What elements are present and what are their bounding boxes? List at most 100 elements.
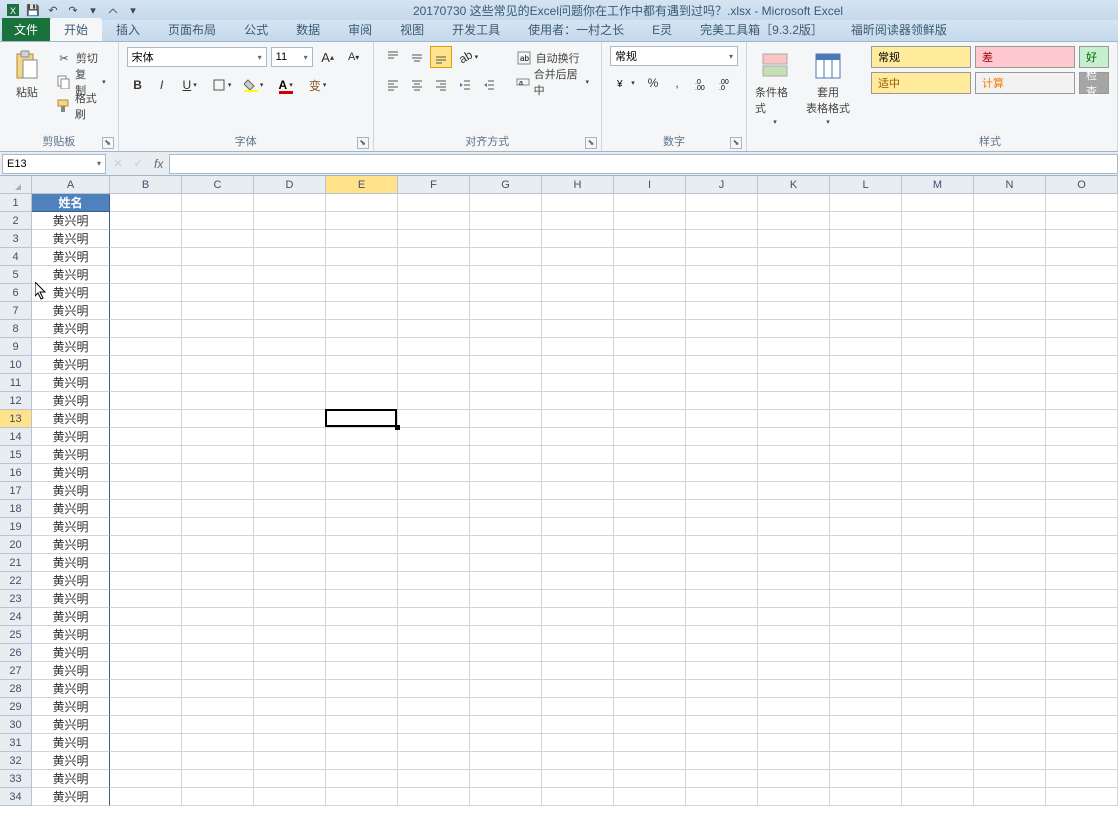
cell[interactable] — [254, 212, 326, 230]
cell[interactable] — [110, 536, 182, 554]
cell[interactable] — [974, 302, 1046, 320]
cell[interactable] — [182, 266, 254, 284]
cell[interactable] — [974, 446, 1046, 464]
cell[interactable] — [974, 716, 1046, 734]
cell[interactable] — [398, 536, 470, 554]
cell[interactable]: 黄兴明 — [32, 230, 110, 248]
cell[interactable] — [614, 626, 686, 644]
cell[interactable] — [902, 446, 974, 464]
cell[interactable] — [254, 698, 326, 716]
cell[interactable] — [254, 770, 326, 788]
cell[interactable] — [110, 338, 182, 356]
row-header[interactable]: 20 — [0, 536, 32, 554]
cell[interactable] — [830, 518, 902, 536]
cell[interactable] — [974, 770, 1046, 788]
cell[interactable] — [542, 464, 614, 482]
select-all-corner[interactable] — [0, 176, 32, 194]
cell[interactable] — [326, 284, 398, 302]
cell[interactable] — [254, 320, 326, 338]
cell[interactable] — [758, 320, 830, 338]
font-size-combo[interactable]: 11▾ — [271, 47, 313, 67]
cell[interactable] — [110, 716, 182, 734]
cell[interactable] — [830, 608, 902, 626]
row-header[interactable]: 21 — [0, 554, 32, 572]
cell[interactable] — [542, 608, 614, 626]
cell[interactable] — [398, 302, 470, 320]
cell[interactable] — [614, 608, 686, 626]
cell[interactable] — [974, 482, 1046, 500]
cell[interactable] — [830, 770, 902, 788]
cell[interactable] — [758, 536, 830, 554]
cell[interactable] — [254, 752, 326, 770]
cell[interactable] — [182, 482, 254, 500]
cell[interactable] — [974, 698, 1046, 716]
comma-button[interactable]: , — [666, 72, 688, 94]
cell[interactable] — [470, 338, 542, 356]
cell[interactable] — [470, 554, 542, 572]
cell[interactable] — [182, 356, 254, 374]
cell[interactable] — [1046, 212, 1118, 230]
cell[interactable] — [326, 554, 398, 572]
cell[interactable] — [614, 788, 686, 806]
cell[interactable] — [254, 644, 326, 662]
cell[interactable] — [542, 698, 614, 716]
alignment-launcher-icon[interactable]: ⬊ — [585, 137, 597, 149]
cell[interactable] — [398, 428, 470, 446]
cell[interactable]: 黄兴明 — [32, 356, 110, 374]
cell[interactable] — [182, 338, 254, 356]
cell[interactable] — [542, 662, 614, 680]
cell[interactable] — [110, 248, 182, 266]
cell[interactable] — [1046, 662, 1118, 680]
cell[interactable] — [110, 662, 182, 680]
cell[interactable] — [686, 716, 758, 734]
cell[interactable] — [1046, 734, 1118, 752]
cell[interactable] — [254, 428, 326, 446]
cell[interactable] — [542, 266, 614, 284]
cell[interactable] — [902, 770, 974, 788]
cell[interactable] — [758, 572, 830, 590]
orientation-button[interactable]: ab▾ — [454, 46, 484, 68]
cell[interactable] — [110, 608, 182, 626]
cell[interactable] — [110, 428, 182, 446]
font-name-combo[interactable]: 宋体▾ — [127, 47, 267, 67]
cell[interactable] — [686, 320, 758, 338]
cell[interactable] — [686, 554, 758, 572]
style-calc[interactable]: 计算 — [975, 72, 1075, 94]
cell[interactable] — [398, 446, 470, 464]
cell[interactable] — [758, 698, 830, 716]
cell[interactable] — [398, 230, 470, 248]
cell[interactable] — [254, 482, 326, 500]
copy-button[interactable]: 复制 ▾ — [52, 72, 110, 92]
row-header[interactable]: 13 — [0, 410, 32, 428]
cell[interactable] — [686, 284, 758, 302]
cell[interactable]: 黄兴明 — [32, 464, 110, 482]
cell[interactable] — [902, 500, 974, 518]
cell[interactable] — [254, 374, 326, 392]
currency-button[interactable]: ¥▾ — [610, 72, 640, 94]
cell[interactable] — [110, 554, 182, 572]
cell[interactable] — [758, 518, 830, 536]
cell[interactable] — [326, 194, 398, 212]
cell[interactable] — [1046, 518, 1118, 536]
column-header[interactable]: E — [326, 176, 398, 194]
format-painter-button[interactable]: 格式刷 — [52, 96, 110, 116]
cell[interactable] — [1046, 446, 1118, 464]
cell[interactable] — [758, 608, 830, 626]
cell[interactable] — [758, 428, 830, 446]
align-top-button[interactable] — [382, 46, 404, 68]
cell[interactable] — [1046, 644, 1118, 662]
cell[interactable] — [758, 392, 830, 410]
cell[interactable]: 姓名 — [32, 194, 110, 212]
cell[interactable] — [470, 482, 542, 500]
cell[interactable]: 黄兴明 — [32, 770, 110, 788]
cell[interactable] — [830, 338, 902, 356]
cell[interactable] — [1046, 500, 1118, 518]
cell[interactable] — [614, 554, 686, 572]
cell[interactable] — [470, 374, 542, 392]
cell[interactable] — [542, 410, 614, 428]
cell[interactable] — [182, 752, 254, 770]
cell[interactable] — [686, 698, 758, 716]
cell[interactable] — [902, 410, 974, 428]
align-center-button[interactable] — [406, 74, 428, 96]
cell[interactable] — [614, 248, 686, 266]
